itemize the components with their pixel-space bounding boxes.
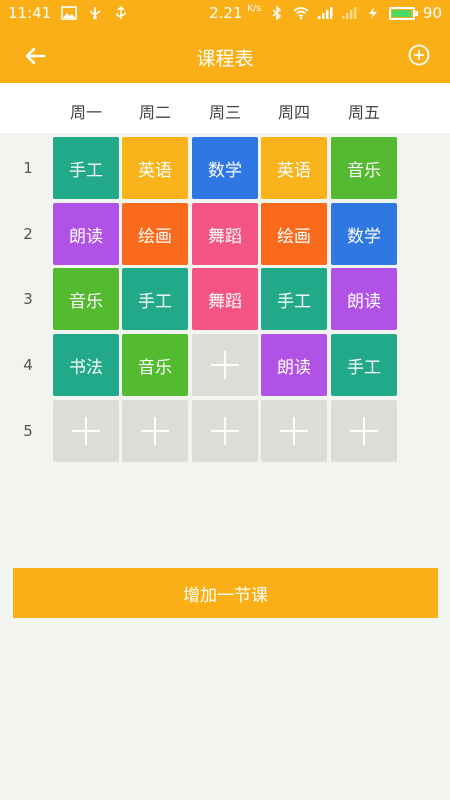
plus-icon: [72, 417, 100, 445]
signal-weak-icon: [341, 6, 357, 20]
battery-icon: [388, 6, 418, 20]
day-label: 周二: [138, 103, 171, 122]
empty-cell[interactable]: [192, 334, 258, 396]
usb-icon: [87, 6, 103, 20]
course-cell[interactable]: 手工: [261, 268, 327, 330]
plus-icon: [211, 417, 239, 445]
empty-cell[interactable]: [53, 400, 119, 462]
day-label: 周四: [277, 103, 310, 122]
period-label: 3: [23, 290, 33, 308]
status-time: 11:41: [8, 4, 52, 22]
day-header: 周一 周二 周三 周四 周五: [0, 83, 450, 133]
add-lesson-button[interactable]: 增加一节课: [13, 568, 438, 618]
top-bar: 11:41 2.21 K/s 90 课程表: [0, 0, 450, 83]
day-label: 周五: [347, 103, 380, 122]
plus-icon: [211, 351, 239, 379]
empty-cell[interactable]: [192, 400, 258, 462]
wifi-icon: [293, 6, 309, 20]
course-cell[interactable]: 英语: [261, 137, 327, 199]
signal-icon: [317, 6, 333, 20]
battery-level: 90: [422, 4, 442, 22]
course-cell[interactable]: 朗读: [53, 203, 119, 265]
course-cell[interactable]: 舞蹈: [192, 203, 258, 265]
course-cell[interactable]: 音乐: [53, 268, 119, 330]
course-cell[interactable]: 英语: [122, 137, 188, 199]
course-cell[interactable]: 音乐: [122, 334, 188, 396]
plus-icon: [350, 417, 378, 445]
usb-debug-icon: [113, 6, 129, 20]
course-cell[interactable]: 绘画: [122, 203, 188, 265]
bluetooth-icon: [269, 6, 285, 20]
course-cell[interactable]: 绘画: [261, 203, 327, 265]
period-label: 2: [23, 225, 33, 243]
course-cell[interactable]: 书法: [53, 334, 119, 396]
day-label: 周三: [208, 103, 241, 122]
course-cell[interactable]: 手工: [122, 268, 188, 330]
course-cell[interactable]: 手工: [331, 334, 397, 396]
add-button[interactable]: [408, 44, 430, 66]
plus-icon: [141, 417, 169, 445]
course-cell[interactable]: 朗读: [331, 268, 397, 330]
image-icon: [61, 6, 78, 20]
course-cell[interactable]: 舞蹈: [192, 268, 258, 330]
charging-icon: [365, 6, 381, 20]
empty-cell[interactable]: [331, 400, 397, 462]
course-cell[interactable]: 数学: [331, 203, 397, 265]
course-cell[interactable]: 手工: [53, 137, 119, 199]
period-label: 1: [23, 159, 33, 177]
course-cell[interactable]: 数学: [192, 137, 258, 199]
status-bar: 11:41 2.21 K/s 90: [0, 0, 450, 28]
add-circle-icon: [408, 44, 430, 66]
app-bar: 课程表: [0, 28, 450, 83]
course-cell[interactable]: 朗读: [261, 334, 327, 396]
period-label: 4: [23, 356, 33, 374]
network-speed: 2.21: [209, 4, 243, 22]
period-label: 5: [23, 422, 33, 440]
empty-cell[interactable]: [122, 400, 188, 462]
day-label: 周一: [69, 103, 102, 122]
network-speed-unit: K/s: [247, 4, 261, 14]
plus-icon: [280, 417, 308, 445]
course-cell[interactable]: 音乐: [331, 137, 397, 199]
page-title: 课程表: [196, 48, 254, 70]
empty-cell[interactable]: [261, 400, 327, 462]
